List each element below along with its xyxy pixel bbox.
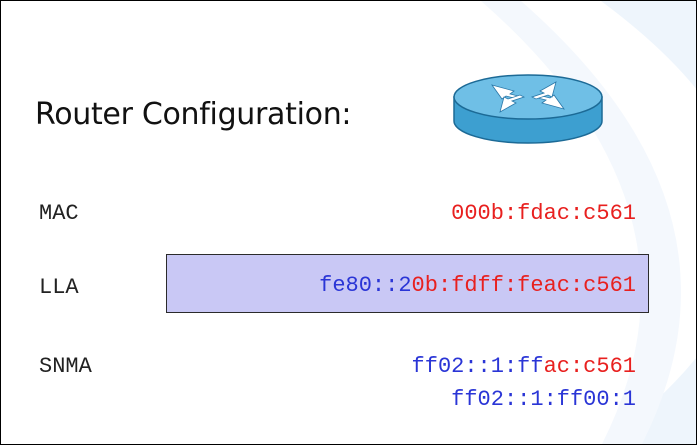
page-title: Router Configuration: [35,97,352,132]
snma-line1-prefix: ff02::1:ff [411,354,544,379]
lla-value: fe80::20b:fdff:feac:c561 [319,273,636,299]
snma-value-line2: ff02::1:ff00:1 [451,387,636,412]
lla-suffix: ac:c561 [543,273,636,298]
lla-prefix: fe80::2 [319,273,412,298]
mac-value: 000b:fdac:c561 [451,201,636,226]
lla-label: LLA [39,275,79,300]
mac-label: MAC [39,201,79,226]
snma-label: SNMA [39,354,92,379]
lla-middle: 0b:fdff:fe [411,273,544,298]
router-icon [453,74,603,144]
snma-value-line1: ff02::1:ffac:c561 [412,354,636,380]
slide: Router Configuration: MAC 000b:fdac:c561… [0,0,697,445]
snma-line1-suffix: ac:c561 [543,354,636,379]
